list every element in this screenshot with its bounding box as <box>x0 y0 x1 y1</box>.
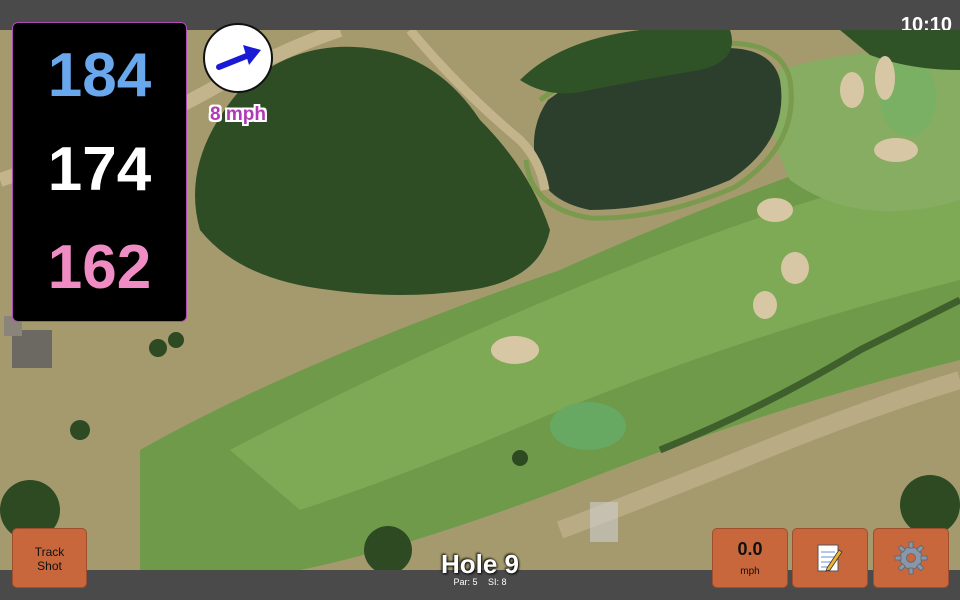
hole-meta: Par: 5 SI: 8 <box>0 577 960 587</box>
wind-indicator <box>203 23 273 93</box>
hole-title: Hole 9 <box>440 549 520 579</box>
distance-center: 174 <box>47 135 152 204</box>
hole-stroke-index: SI: 8 <box>488 577 507 587</box>
distance-back: 184 <box>47 41 152 110</box>
arrow-icon <box>216 45 261 70</box>
hole-par: Par: 5 <box>453 577 478 587</box>
wind-speed-label: 8 mph <box>210 104 266 125</box>
distance-panel: 184 174 162 <box>12 22 187 322</box>
distance-front: 162 <box>47 233 152 302</box>
